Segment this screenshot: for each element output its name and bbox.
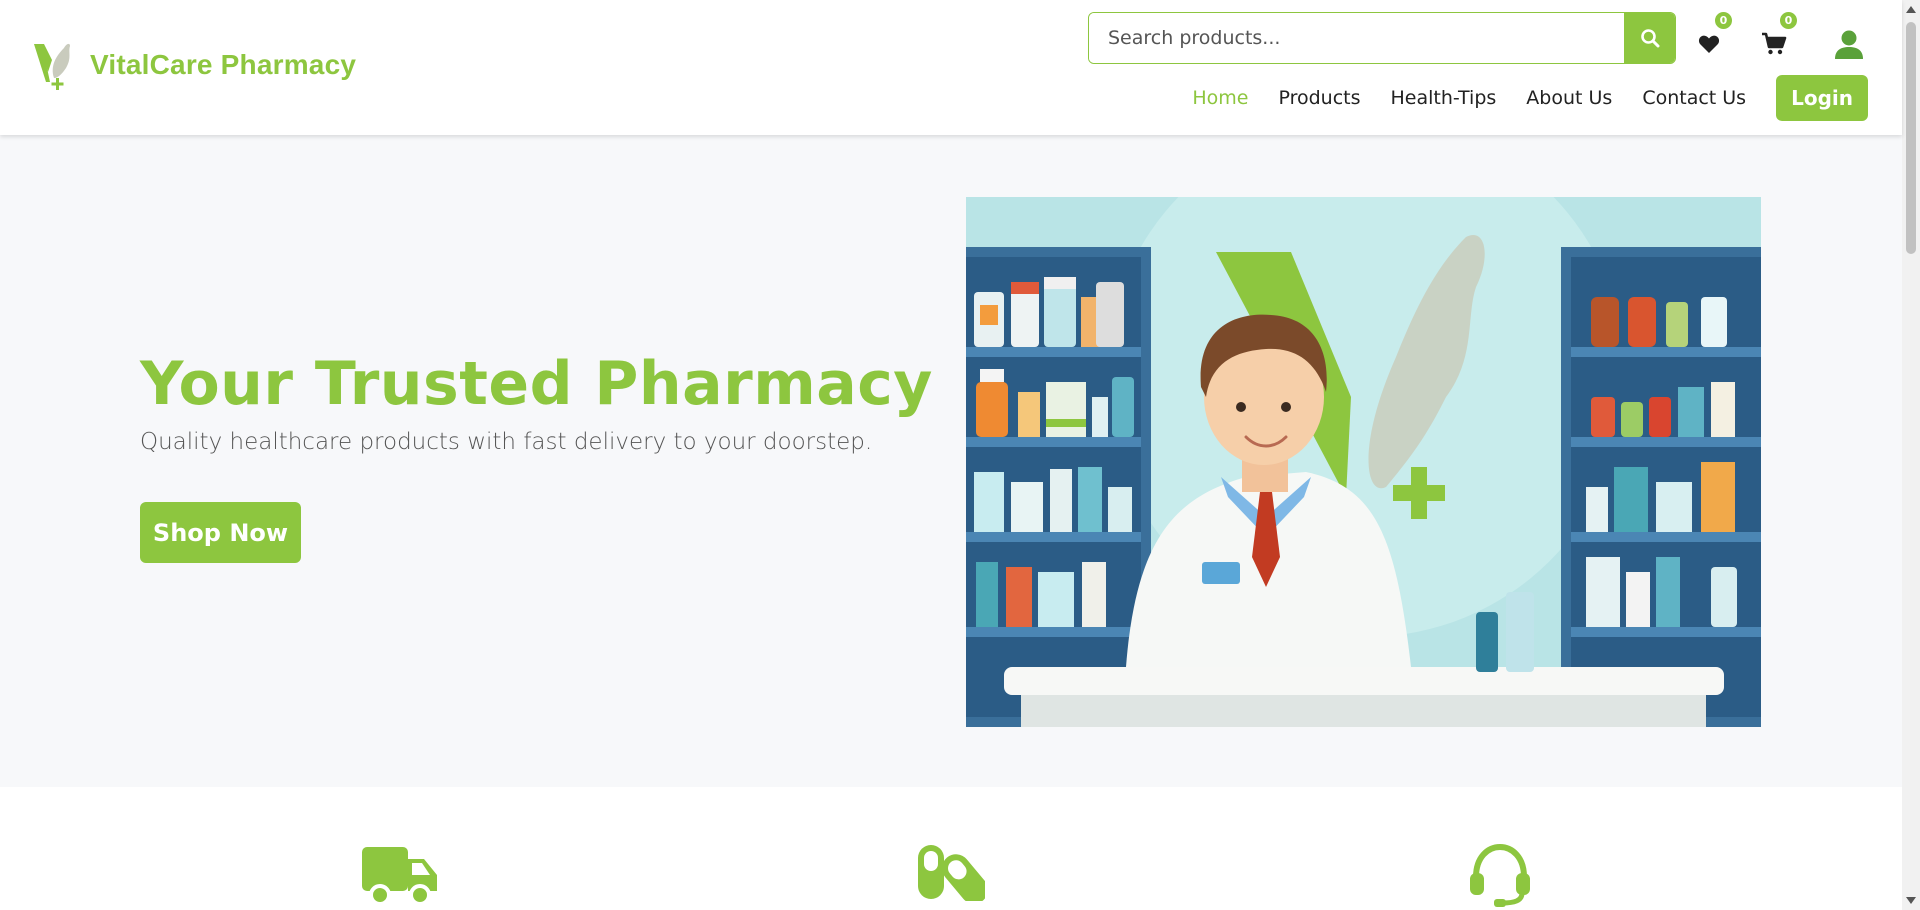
nav-about-us[interactable]: About Us	[1526, 87, 1612, 109]
scroll-up-arrow[interactable]	[1906, 6, 1916, 13]
cart-count-badge: 0	[1778, 10, 1799, 31]
heart-icon	[1698, 35, 1720, 53]
nav-home[interactable]: Home	[1192, 87, 1248, 109]
site-header: VitalCare Pharmacy 0 0 Home	[0, 0, 1902, 135]
wishlist-count-badge: 0	[1713, 10, 1734, 31]
pharmacist-illustration	[966, 197, 1761, 727]
page-scrollbar[interactable]	[1902, 0, 1920, 910]
truck-icon	[362, 847, 437, 906]
nav-health-tips[interactable]: Health-Tips	[1391, 87, 1497, 109]
cart-icon	[1762, 32, 1787, 55]
search-bar	[1088, 12, 1676, 64]
main-nav: Home Products Health-Tips About Us Conta…	[1162, 75, 1868, 121]
features-section	[0, 787, 1902, 910]
search-input[interactable]	[1089, 13, 1624, 63]
brand-name: VitalCare Pharmacy	[90, 49, 357, 80]
headset-icon	[1470, 843, 1530, 907]
pills-icon	[918, 845, 985, 901]
user-icon	[1835, 30, 1863, 59]
shop-now-button[interactable]: Shop Now	[140, 502, 301, 563]
logo[interactable]: VitalCare Pharmacy	[30, 38, 356, 92]
nav-products[interactable]: Products	[1278, 87, 1360, 109]
account-button[interactable]	[1831, 26, 1867, 62]
cart-button[interactable]: 0	[1757, 10, 1799, 61]
hero-subtitle: Quality healthcare products with fast de…	[140, 429, 873, 455]
logo-mark-icon	[32, 43, 70, 90]
wishlist-button[interactable]: 0	[1692, 10, 1734, 61]
search-button[interactable]	[1624, 13, 1675, 63]
hero-section: Your Trusted Pharmacy Quality healthcare…	[0, 135, 1902, 787]
scroll-down-arrow[interactable]	[1906, 897, 1916, 904]
search-icon	[1640, 29, 1659, 48]
hero-title: Your Trusted Pharmacy	[140, 349, 933, 419]
login-button[interactable]: Login	[1776, 75, 1868, 121]
scroll-thumb[interactable]	[1906, 22, 1916, 254]
nav-contact-us[interactable]: Contact Us	[1642, 87, 1746, 109]
